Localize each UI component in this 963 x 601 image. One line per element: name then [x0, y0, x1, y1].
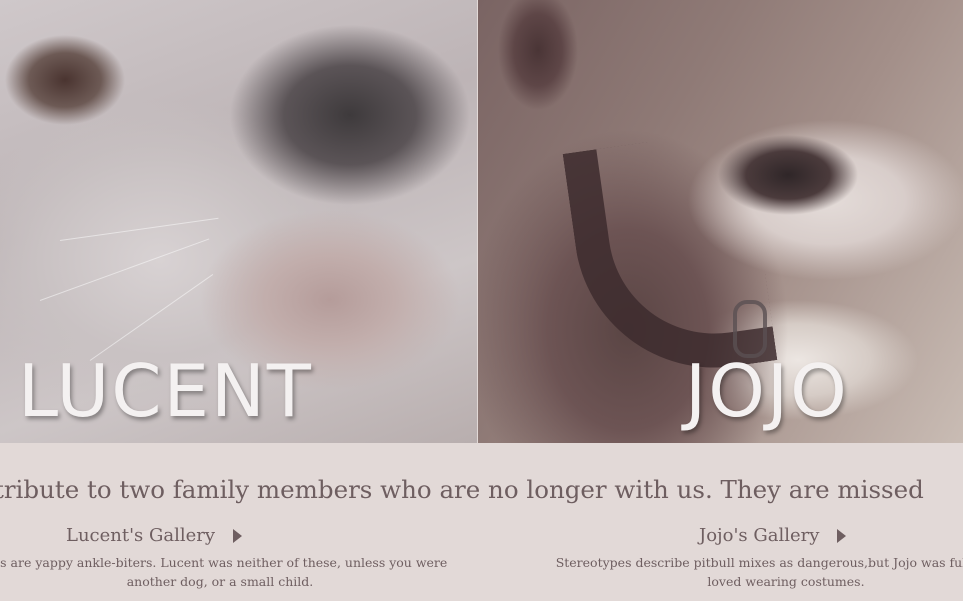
- jojo-blurb: Stereotypes describe pitbull mixes as da…: [495, 553, 963, 591]
- lucent-gallery-link[interactable]: Lucent's Gallery: [66, 525, 243, 547]
- page: LUCENT JOJO tribute to two family member…: [0, 0, 963, 601]
- caret-right-icon: [233, 528, 243, 543]
- whisker-decoration: [89, 274, 214, 361]
- lucent-blurb-line: as are yappy ankle-biters. Lucent was ne…: [0, 555, 448, 570]
- jojo-gallery-label: Jojo's Gallery: [699, 525, 820, 546]
- hero-banner: LUCENT JOJO: [0, 0, 963, 443]
- tagline: tribute to two family members who are no…: [0, 475, 924, 504]
- jojo-gallery-link[interactable]: Jojo's Gallery: [699, 525, 847, 547]
- jojo-blurb-line: Stereotypes describe pitbull mixes as da…: [555, 555, 963, 570]
- lucent-title: LUCENT: [18, 349, 313, 433]
- whisker-decoration: [39, 238, 210, 301]
- caret-right-icon: [837, 528, 847, 543]
- jojo-blurb-line: loved wearing costumes.: [707, 574, 865, 589]
- jojo-title: JOJO: [685, 349, 849, 433]
- lucent-blurb-line: another dog, or a small child.: [126, 574, 314, 589]
- lucent-gallery-label: Lucent's Gallery: [66, 525, 216, 546]
- whisker-decoration: [59, 217, 219, 241]
- lucent-blurb: as are yappy ankle-biters. Lucent was ne…: [0, 553, 465, 591]
